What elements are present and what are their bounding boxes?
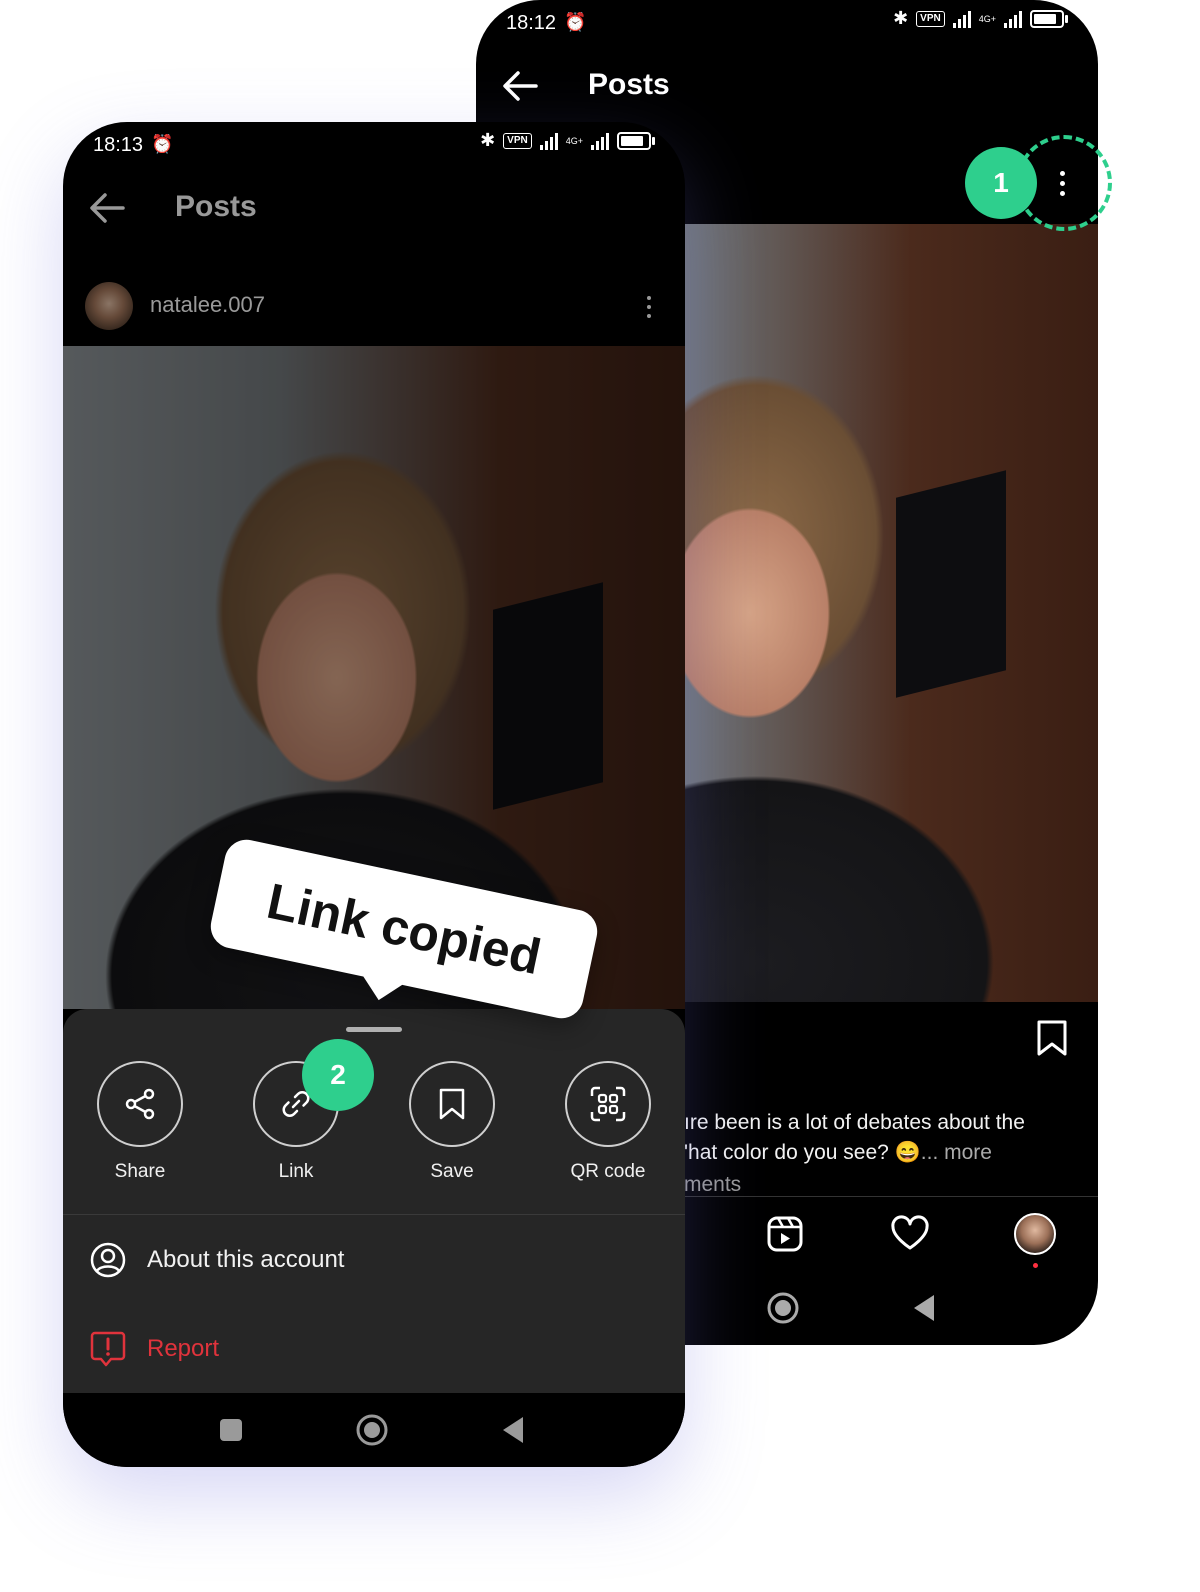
- about-account-label: About this account: [147, 1246, 345, 1273]
- qr-code-button[interactable]: QR code: [543, 1061, 673, 1183]
- more-options-button[interactable]: [635, 292, 663, 322]
- username[interactable]: natalee.007: [150, 292, 265, 318]
- front-phone-screen: 18:13 ⏰ ✱ VPN 4G+ Posts natalee.007 Shar…: [63, 122, 685, 1467]
- post-header: natalee.007: [63, 272, 685, 342]
- network-type: 4G+: [978, 13, 996, 24]
- back-arrow-icon[interactable]: [85, 186, 129, 230]
- step-badge-1: 1: [965, 147, 1037, 219]
- status-time: 18:13: [93, 134, 144, 156]
- bookmark-icon: [409, 1061, 495, 1147]
- system-nav: [63, 1393, 685, 1467]
- vpn-icon: VPN: [916, 10, 945, 27]
- sheet-handle[interactable]: [346, 1027, 402, 1032]
- status-bar: 18:13 ⏰ ✱ VPN 4G+: [63, 122, 685, 168]
- reels-icon[interactable]: [766, 1215, 804, 1253]
- back-button-icon[interactable]: [912, 1293, 936, 1323]
- page-title: Posts: [175, 190, 257, 223]
- battery-icon: [1030, 9, 1068, 28]
- report-icon: [90, 1331, 126, 1367]
- report-label: Report: [147, 1335, 220, 1362]
- profile-avatar[interactable]: [1014, 1213, 1056, 1255]
- account-circle-icon: [90, 1242, 126, 1278]
- action-row: Share Link Save QR code: [63, 1061, 685, 1191]
- save-label: Save: [430, 1161, 474, 1182]
- status-bar: 18:12 ⏰ ✱ VPN 4G+: [476, 0, 1098, 46]
- report-item[interactable]: Report: [89, 1330, 219, 1368]
- qr-code-icon: [565, 1061, 651, 1147]
- status-icons: ✱ VPN 4G+: [893, 8, 1068, 29]
- heart-icon[interactable]: [890, 1215, 930, 1251]
- user-avatar[interactable]: [85, 282, 133, 330]
- bluetooth-icon: ✱: [893, 8, 909, 28]
- notification-dot: [1033, 1263, 1038, 1268]
- more-link[interactable]: ... more: [921, 1141, 992, 1164]
- save-button[interactable]: Save: [387, 1061, 517, 1183]
- header: Posts: [63, 168, 685, 248]
- tv-shape: [896, 470, 1006, 698]
- recents-button-icon[interactable]: [220, 1419, 242, 1441]
- link-label: Link: [278, 1161, 314, 1182]
- options-sheet: Share Link Save QR code About this accou…: [63, 1009, 685, 1394]
- home-button-icon[interactable]: [766, 1291, 800, 1325]
- share-label: Share: [114, 1161, 166, 1182]
- tv-shape: [493, 582, 603, 810]
- network-type: 4G+: [565, 135, 583, 146]
- bluetooth-icon: ✱: [480, 130, 496, 150]
- share-button[interactable]: Share: [75, 1061, 205, 1183]
- alarm-icon: ⏰: [151, 134, 174, 154]
- comments-link[interactable]: ments: [684, 1173, 741, 1197]
- divider: [63, 1214, 685, 1215]
- step-badge-2: 2: [302, 1039, 374, 1111]
- share-icon: [97, 1061, 183, 1147]
- qr-code-label: QR code: [570, 1161, 646, 1182]
- vpn-icon: VPN: [503, 132, 532, 149]
- about-account-item[interactable]: About this account: [89, 1241, 344, 1279]
- bookmark-icon[interactable]: [1036, 1020, 1068, 1056]
- signal-icon-2: [591, 132, 609, 150]
- back-arrow-icon[interactable]: [498, 64, 542, 108]
- home-button-icon[interactable]: [355, 1413, 389, 1447]
- signal-icon: [539, 132, 558, 150]
- signal-icon: [952, 10, 971, 28]
- signal-icon-2: [1004, 10, 1022, 28]
- battery-icon: [617, 131, 655, 150]
- caption: ıre been is a lot of debates about the '…: [684, 1108, 1025, 1168]
- back-button-icon[interactable]: [501, 1415, 525, 1445]
- status-time: 18:12: [506, 12, 557, 34]
- alarm-icon: ⏰: [564, 12, 587, 32]
- status-icons: ✱ VPN 4G+: [480, 130, 655, 151]
- caption-line-2: 'hat color do you see? 😄: [684, 1141, 921, 1164]
- page-title: Posts: [588, 68, 670, 101]
- caption-line-1: ıre been is a lot of debates about the: [684, 1111, 1025, 1134]
- header: Posts: [476, 46, 1098, 126]
